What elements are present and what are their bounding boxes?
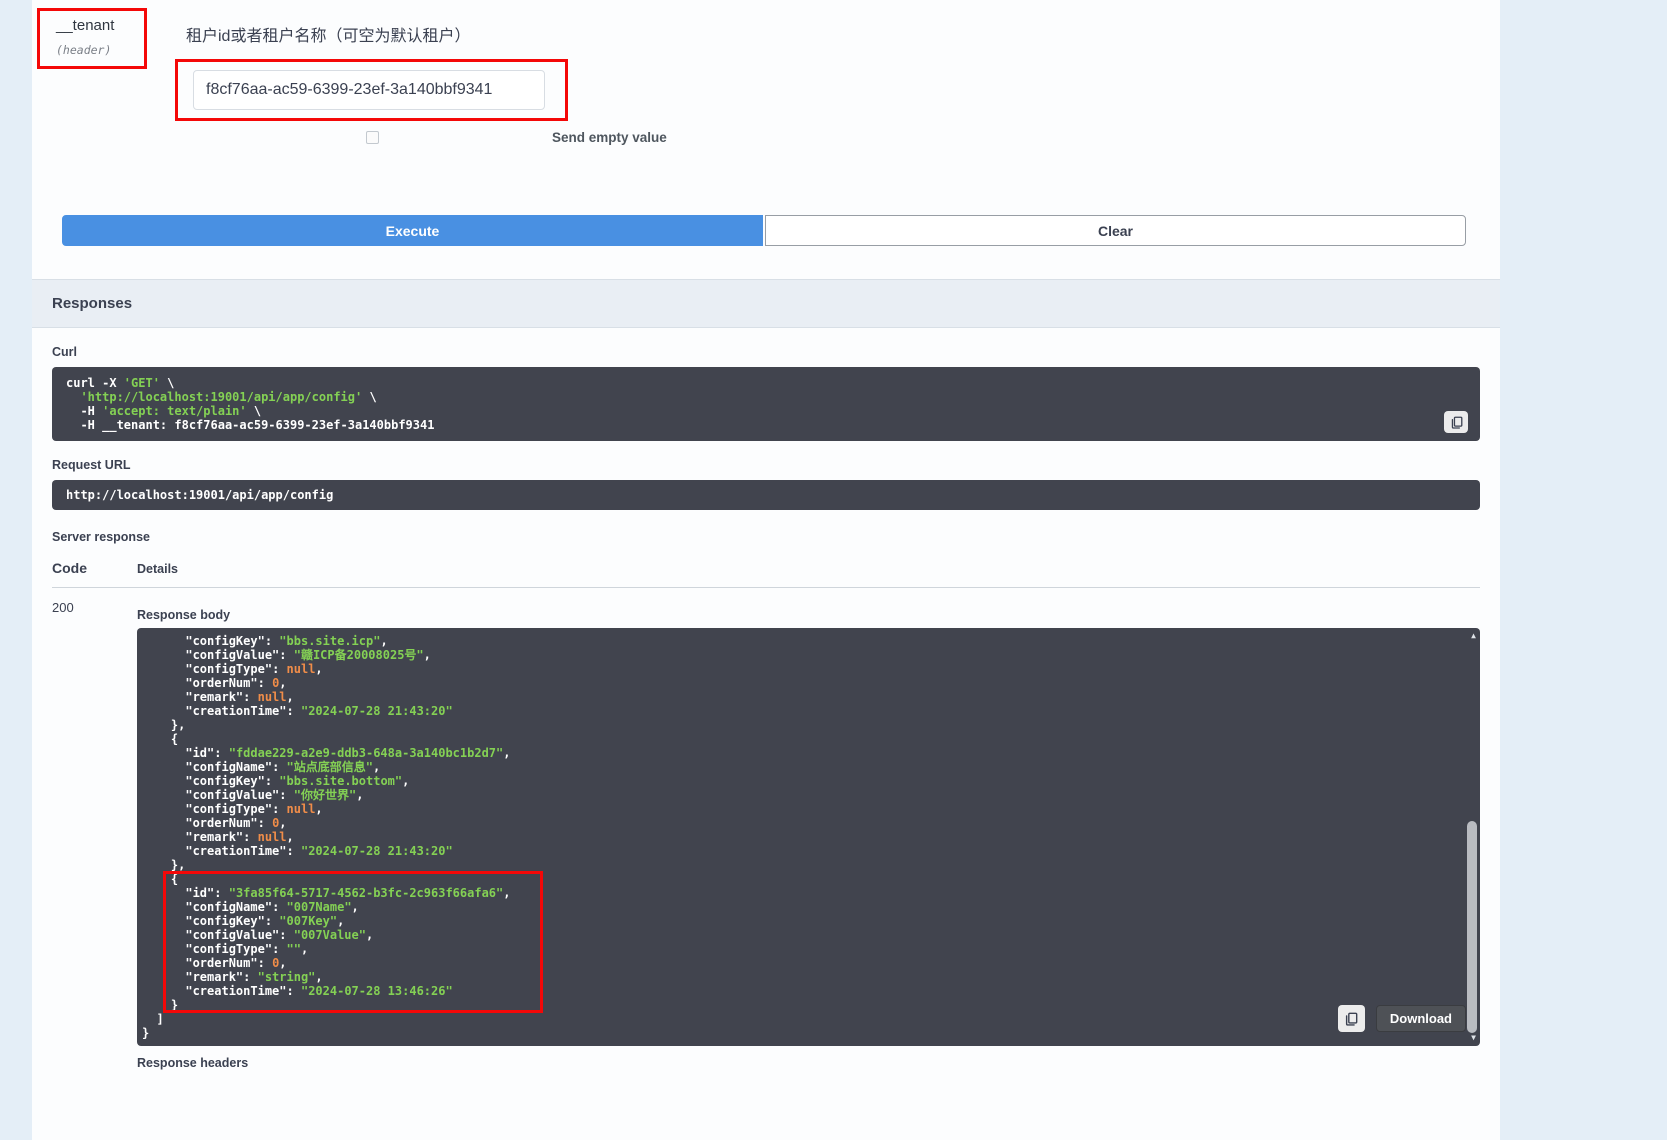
parameters-section: __tenant (header) 租户id或者租户名称（可空为默认租户） Se… — [32, 0, 1500, 246]
response-body-text: "configKey": "bbs.site.icp", "configValu… — [142, 634, 1462, 1040]
responses-title: Responses — [52, 295, 132, 312]
responses-header-bar: Responses — [32, 279, 1500, 328]
code-column-header: Code — [52, 560, 137, 576]
download-button[interactable]: Download — [1376, 1005, 1466, 1032]
responses-section: Curl curl -X 'GET' \ 'http://localhost:1… — [32, 328, 1500, 1106]
server-response-table: Code Details 200 Response body "configKe… — [52, 560, 1480, 1076]
send-empty-value-label: Send empty value — [552, 130, 667, 145]
response-body-actions: Download — [1338, 1005, 1466, 1032]
annotation-box-tenant-param: __tenant (header) — [37, 8, 147, 69]
copy-icon — [1450, 416, 1463, 429]
send-empty-value-row: Send empty value — [366, 130, 1480, 145]
details-column-header: Details — [137, 562, 1480, 576]
status-code: 200 — [52, 600, 137, 1076]
request-url-text: http://localhost:19001/api/app/config — [66, 488, 333, 502]
response-body-label: Response body — [137, 608, 1480, 622]
parameter-name-column: __tenant (header) — [52, 8, 175, 145]
server-response-table-head: Code Details — [52, 560, 1480, 588]
response-body-block: "configKey": "bbs.site.icp", "configValu… — [137, 628, 1480, 1046]
swagger-ui-page: __tenant (header) 租户id或者租户名称（可空为默认租户） Se… — [0, 0, 1667, 1140]
copy-icon — [1344, 1012, 1358, 1026]
param-location: (header) — [56, 43, 132, 57]
request-url-label: Request URL — [52, 458, 1480, 472]
response-details-cell: Response body "configKey": "bbs.site.icp… — [137, 600, 1480, 1076]
curl-command-text: curl -X 'GET' \ 'http://localhost:19001/… — [66, 376, 1436, 432]
scroll-down-icon[interactable]: ▼ — [1471, 1034, 1476, 1042]
response-headers-label: Response headers — [137, 1056, 1480, 1070]
operation-block: __tenant (header) 租户id或者租户名称（可空为默认租户） Se… — [32, 0, 1500, 1140]
param-name: __tenant — [56, 17, 132, 34]
execute-row: Execute Clear — [62, 215, 1466, 246]
response-scrollbar-thumb[interactable] — [1467, 821, 1477, 1033]
curl-command-block: curl -X 'GET' \ 'http://localhost:19001/… — [52, 367, 1480, 441]
param-description: 租户id或者租户名称（可空为默认租户） — [186, 22, 1480, 46]
annotation-box-tenant-input — [175, 59, 568, 121]
response-row-200: 200 Response body "configKey": "bbs.site… — [52, 600, 1480, 1076]
curl-label: Curl — [52, 345, 1480, 359]
tenant-value-input[interactable] — [193, 70, 545, 110]
server-response-label: Server response — [52, 530, 1480, 544]
scroll-up-icon[interactable]: ▲ — [1471, 632, 1476, 640]
parameter-row: __tenant (header) 租户id或者租户名称（可空为默认租户） Se… — [52, 8, 1480, 145]
send-empty-value-checkbox[interactable] — [366, 131, 379, 144]
execute-button[interactable]: Execute — [62, 215, 763, 246]
clear-button[interactable]: Clear — [765, 215, 1466, 246]
copy-response-button[interactable] — [1338, 1005, 1365, 1032]
parameter-value-column: 租户id或者租户名称（可空为默认租户） Send empty value — [175, 8, 1480, 145]
copy-curl-button[interactable] — [1444, 411, 1468, 433]
request-url-block: http://localhost:19001/api/app/config — [52, 480, 1480, 510]
